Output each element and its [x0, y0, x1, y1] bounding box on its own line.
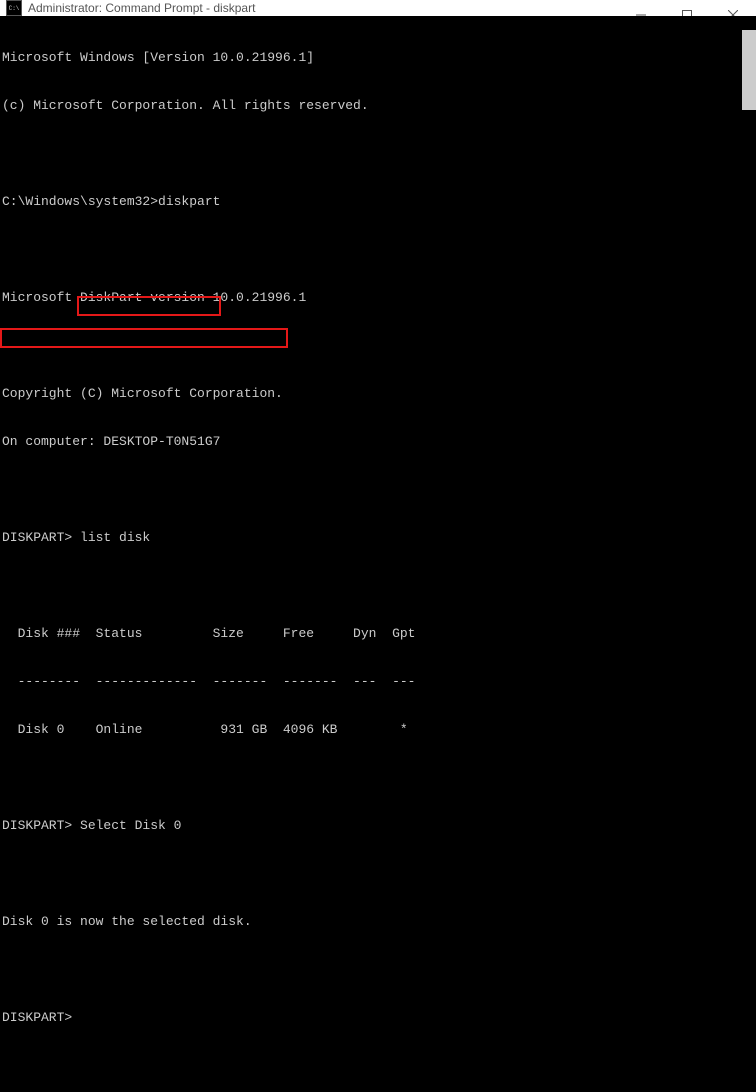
titlebar[interactable]: Administrator: Command Prompt - diskpart — [0, 0, 756, 16]
terminal-line: Copyright (C) Microsoft Corporation. — [2, 386, 756, 402]
terminal-line: C:\Windows\system32>diskpart — [2, 194, 756, 210]
terminal-line: (c) Microsoft Corporation. All rights re… — [2, 98, 756, 114]
window-title: Administrator: Command Prompt - diskpart — [28, 1, 255, 15]
terminal-line: Disk 0 is now the selected disk. — [2, 914, 756, 930]
terminal-line — [2, 242, 756, 258]
terminal-line — [2, 338, 756, 354]
terminal-line: Disk ### Status Size Free Dyn Gpt — [2, 626, 756, 642]
terminal-line — [2, 770, 756, 786]
terminal-line: Microsoft DiskPart version 10.0.21996.1 — [2, 290, 756, 306]
terminal-line — [2, 866, 756, 882]
terminal-line: -------- ------------- ------- ------- -… — [2, 674, 756, 690]
terminal-line — [2, 146, 756, 162]
terminal-line: Microsoft Windows [Version 10.0.21996.1] — [2, 50, 756, 66]
scrollbar-thumb[interactable] — [742, 30, 756, 110]
terminal-line: DISKPART> Select Disk 0 — [2, 818, 756, 834]
terminal-line: DISKPART> — [2, 1010, 756, 1026]
terminal-line: On computer: DESKTOP-T0N51G7 — [2, 434, 756, 450]
cmd-icon — [6, 0, 22, 16]
terminal-line: DISKPART> list disk — [2, 530, 756, 546]
terminal-line: Disk 0 Online 931 GB 4096 KB * — [2, 722, 756, 738]
terminal-line — [2, 578, 756, 594]
terminal-line — [2, 962, 756, 978]
terminal-output[interactable]: Microsoft Windows [Version 10.0.21996.1]… — [0, 16, 756, 1092]
command-prompt-window: Administrator: Command Prompt - diskpart… — [0, 0, 756, 580]
terminal-line — [2, 482, 756, 498]
